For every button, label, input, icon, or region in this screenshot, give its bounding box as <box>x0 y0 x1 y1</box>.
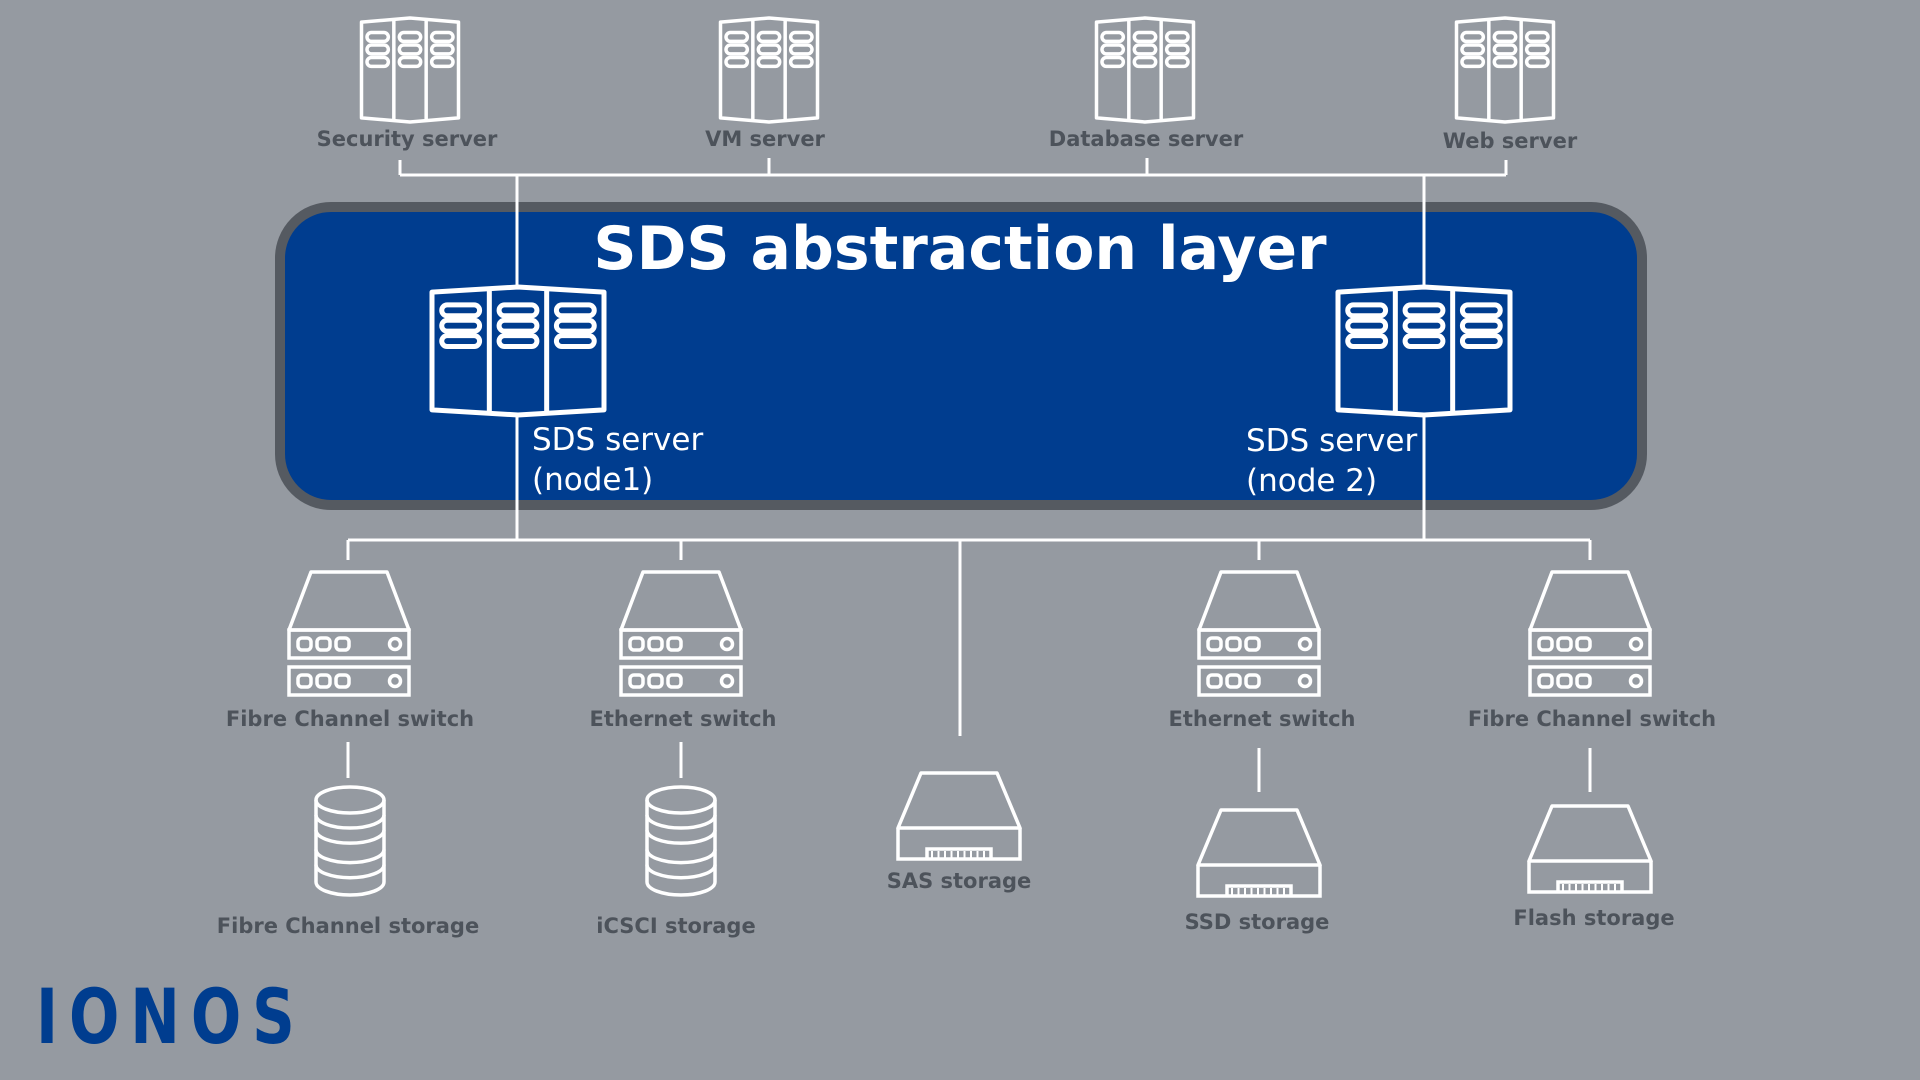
ethernet-switch-2-icon <box>1197 570 1321 697</box>
ethernet-switch-1-label: Ethernet switch <box>589 707 777 731</box>
web-server-icon <box>1454 16 1556 124</box>
ethernet-switch-1-icon <box>619 570 743 697</box>
web-server-label: Web server <box>1442 129 1578 153</box>
vm-server-icon <box>718 16 820 124</box>
fc-switch-2-label: Fibre Channel switch <box>1467 707 1717 731</box>
fc-switch-1-label: Fibre Channel switch <box>225 707 475 731</box>
iscsi-storage-icon <box>645 785 717 897</box>
sas-storage-icon <box>896 771 1022 861</box>
flash-storage-label: Flash storage <box>1513 906 1675 930</box>
database-server-label: Database server <box>1048 127 1244 151</box>
fc-storage-label: Fibre Channel storage <box>216 914 480 938</box>
sds-node2-label: SDS server (node 2) <box>1246 421 1417 501</box>
ssd-storage-label: SSD storage <box>1184 910 1330 934</box>
sds-node1-line1: SDS server <box>532 422 704 458</box>
fc-storage-icon <box>314 785 386 897</box>
sds-node1-server-icon <box>429 284 607 418</box>
sds-node2-line2: (node 2) <box>1246 463 1378 499</box>
sds-node2-server-icon <box>1335 284 1513 418</box>
security-server-label: Security server <box>316 127 498 151</box>
vm-server-label: VM server <box>705 127 825 151</box>
sas-storage-label: SAS storage <box>886 869 1032 893</box>
flash-storage-icon <box>1527 804 1653 894</box>
ionos-logo: IONOS <box>36 972 306 1061</box>
fc-switch-1-icon <box>287 570 411 697</box>
ethernet-switch-2-label: Ethernet switch <box>1168 707 1356 731</box>
sds-node1-line2: (node1) <box>532 462 654 498</box>
iscsi-storage-label: iCSCI storage <box>596 914 756 938</box>
ssd-storage-icon <box>1196 808 1322 898</box>
fc-switch-2-icon <box>1528 570 1652 697</box>
sds-node1-label: SDS server (node1) <box>532 420 703 500</box>
sds-node2-line1: SDS server <box>1246 423 1418 459</box>
security-server-icon <box>359 16 461 124</box>
database-server-icon <box>1094 16 1196 124</box>
